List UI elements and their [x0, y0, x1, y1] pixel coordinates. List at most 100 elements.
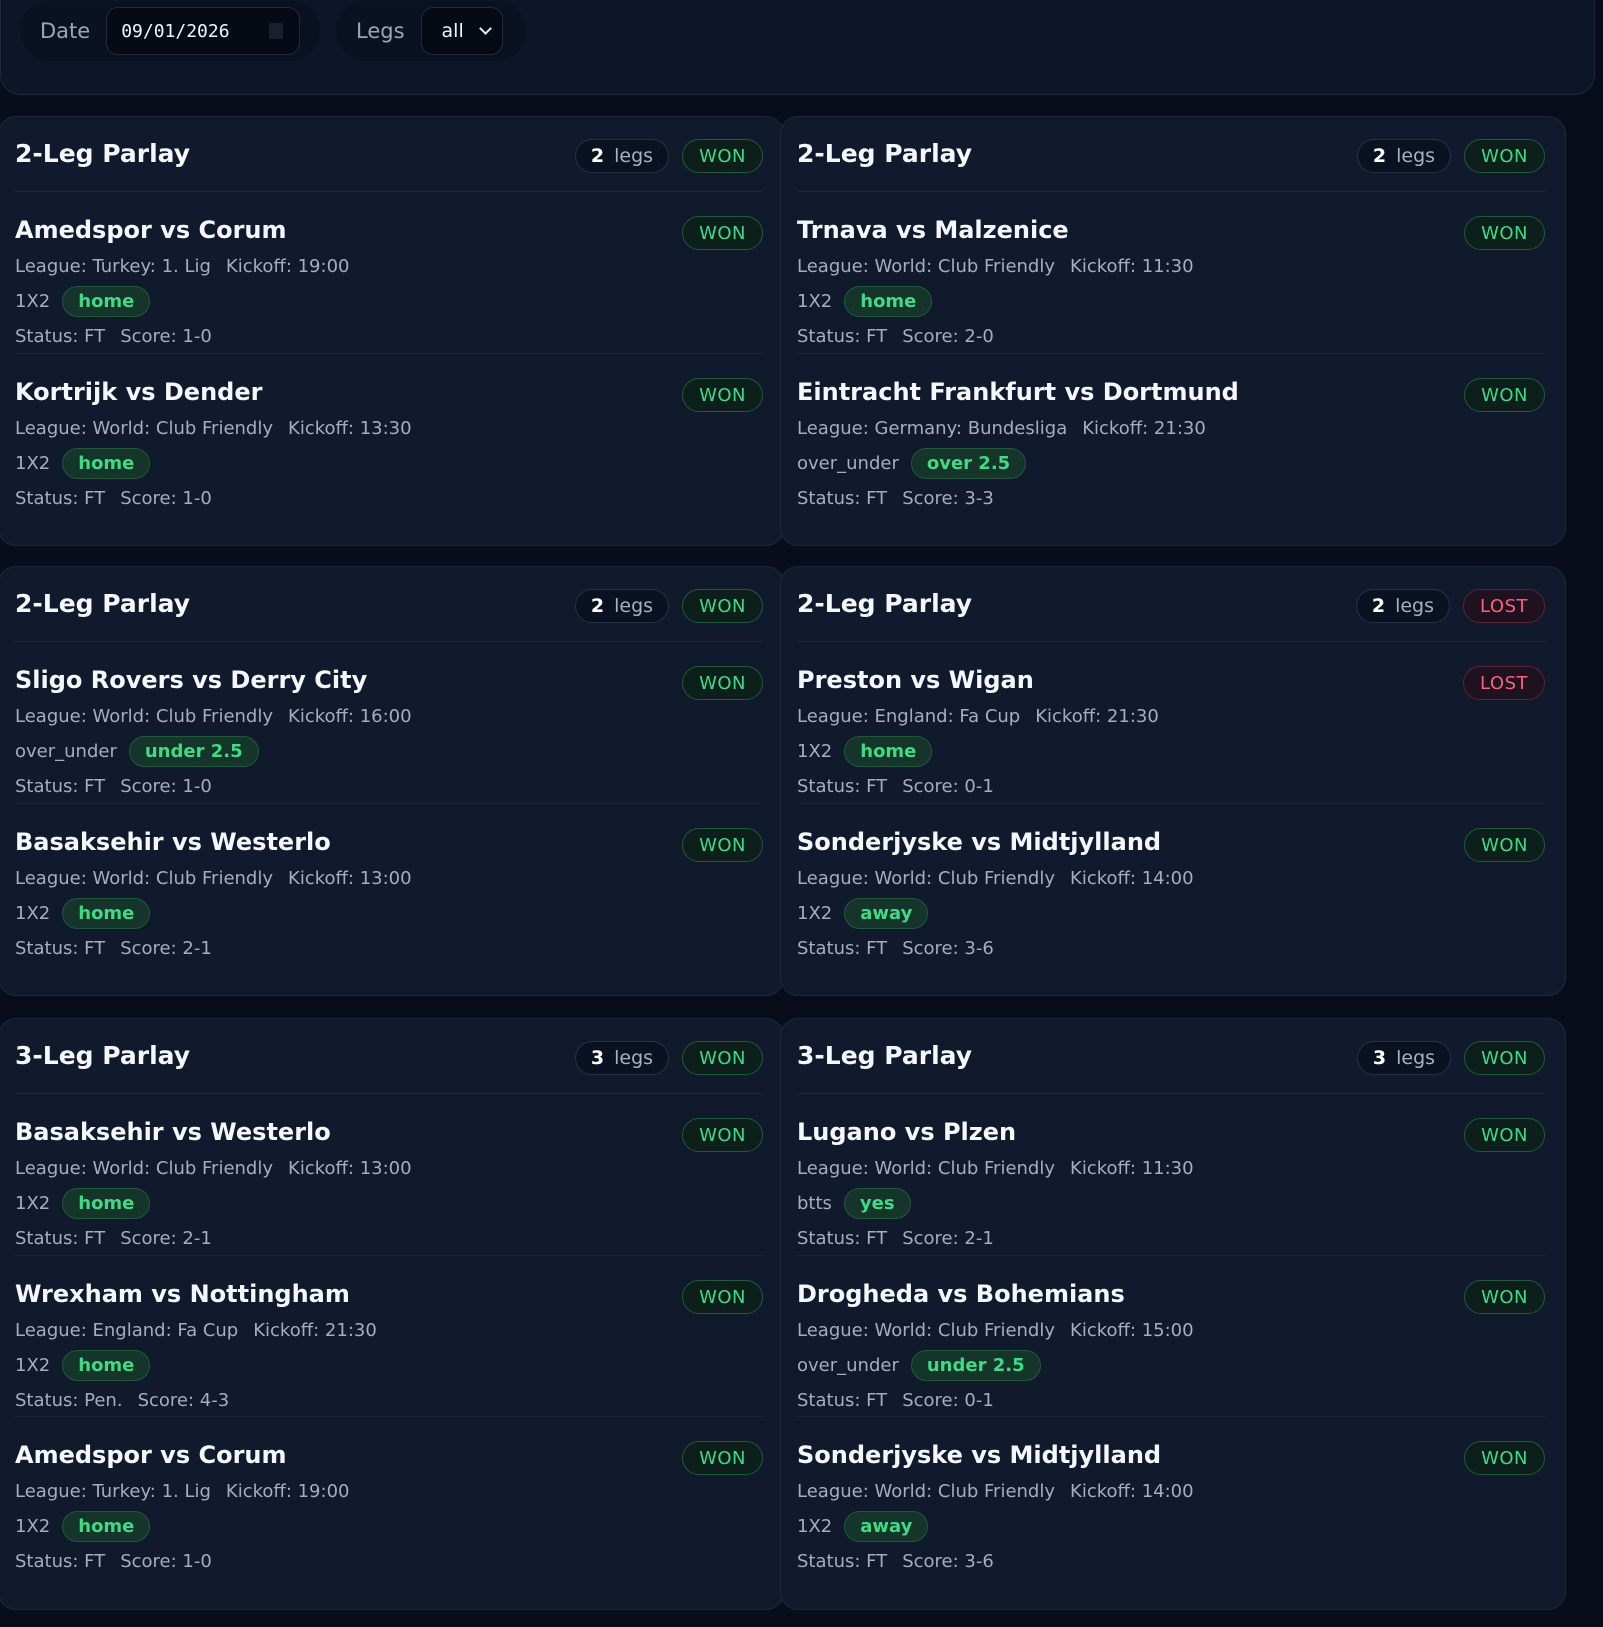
filter-bar: Date 09/01/2026 Legs all — [0, 0, 1595, 95]
result-row: Status: FT Score: 1-0 — [15, 1551, 212, 1572]
kickoff-text: Kickoff: 13:00 — [288, 868, 412, 889]
legs-label: Legs — [356, 19, 405, 43]
parlay-header: 2-Leg Parlay 2 legs WON — [797, 117, 1545, 192]
result-row: Status: FT Score: 2-1 — [15, 938, 212, 959]
result-row: Status: FT Score: 2-1 — [15, 1228, 212, 1249]
kickoff-text: Kickoff: 13:00 — [288, 1158, 412, 1179]
parlay-card: 3-Leg Parlay 3 legs WON Lugano vs Plzen … — [780, 1018, 1566, 1610]
match-meta: League: World: Club Friendly Kickoff: 13… — [15, 868, 412, 889]
pick-badge: home — [62, 1510, 151, 1542]
parlay-card: 2-Leg Parlay 2 legs WON Trnava vs Malzen… — [780, 116, 1566, 546]
match-title: Amedspor vs Corum — [15, 1441, 287, 1469]
parlay-card: 2-Leg Parlay 2 legs WON Sligo Rovers vs … — [0, 566, 784, 996]
match-status-text: Status: FT — [15, 1228, 106, 1249]
legs-count: 3 — [590, 1047, 605, 1069]
market-type: btts — [797, 1192, 832, 1214]
pick-badge: over 2.5 — [910, 447, 1027, 479]
match-status-text: Status: FT — [797, 938, 888, 959]
pick-badge: under 2.5 — [910, 1349, 1041, 1381]
market-row: 1X2 home — [15, 1186, 151, 1220]
date-filter: Date 09/01/2026 — [20, 1, 320, 61]
score-text: Score: 1-0 — [120, 1551, 212, 1572]
legs-count: 2 — [590, 145, 605, 167]
market-row: 1X2 home — [797, 284, 933, 318]
parlay-header: 2-Leg Parlay 2 legs WON — [15, 117, 763, 192]
legs-select[interactable]: all — [420, 7, 503, 55]
match-title: Basaksehir vs Westerlo — [15, 828, 331, 856]
match-meta: League: Turkey: 1. Lig Kickoff: 19:00 — [15, 1481, 349, 1502]
parlay-status-badge: WON — [682, 589, 763, 623]
score-text: Score: 0-1 — [902, 776, 994, 797]
market-type: 1X2 — [15, 902, 51, 924]
calendar-icon[interactable] — [269, 23, 283, 39]
legs-count: 3 — [1372, 1047, 1387, 1069]
parlay-header: 2-Leg Parlay 2 legs WON — [15, 567, 763, 642]
leg-status-badge: LOST — [1463, 666, 1545, 700]
score-text: Score: 1-0 — [120, 488, 212, 509]
result-row: Status: FT Score: 3-6 — [797, 1551, 994, 1572]
leg-row: Drogheda vs Bohemians WON League: World:… — [797, 1255, 1545, 1416]
kickoff-text: Kickoff: 19:00 — [225, 1481, 350, 1502]
league-text: League: World: Club Friendly — [15, 418, 274, 439]
market-type: 1X2 — [797, 902, 833, 924]
leg-status-badge: WON — [682, 1441, 763, 1475]
pick-badge: home — [844, 735, 933, 767]
market-row: 1X2 home — [15, 1348, 151, 1382]
legs-count-badge: 2 legs — [574, 139, 670, 173]
league-text: League: World: Club Friendly — [15, 706, 274, 727]
leg-status-badge: WON — [1464, 216, 1545, 250]
league-text: League: World: Club Friendly — [15, 868, 274, 889]
match-status-text: Status: FT — [15, 776, 106, 797]
market-type: 1X2 — [15, 452, 51, 474]
market-type: over_under — [797, 452, 899, 474]
leg-row: Sonderjyske vs Midtjylland WON League: W… — [797, 1416, 1545, 1577]
score-text: Score: 0-1 — [902, 1390, 994, 1411]
parlay-header-badges: 3 legs WON — [1356, 1041, 1545, 1075]
match-meta: League: Turkey: 1. Lig Kickoff: 19:00 — [15, 256, 349, 277]
league-text: League: Turkey: 1. Lig — [15, 1481, 211, 1502]
league-text: League: World: Club Friendly — [797, 256, 1056, 277]
result-row: Status: FT Score: 0-1 — [797, 776, 994, 797]
match-status-text: Status: FT — [15, 488, 106, 509]
date-value: 09/01/2026 — [121, 20, 230, 42]
date-input[interactable]: 09/01/2026 — [106, 7, 300, 55]
match-meta: League: World: Club Friendly Kickoff: 15… — [797, 1320, 1194, 1341]
leg-row: Wrexham vs Nottingham WON League: Englan… — [15, 1255, 763, 1416]
parlay-card: 3-Leg Parlay 3 legs WON Basaksehir vs We… — [0, 1018, 784, 1610]
league-text: League: World: Club Friendly — [15, 1158, 274, 1179]
score-text: Score: 3-3 — [902, 488, 994, 509]
match-title: Drogheda vs Bohemians — [797, 1280, 1125, 1308]
match-meta: League: Germany: Bundesliga Kickoff: 21:… — [797, 418, 1206, 439]
pick-badge: home — [62, 1349, 151, 1381]
parlay-status-badge: WON — [1464, 1041, 1545, 1075]
match-title: Trnava vs Malzenice — [797, 216, 1069, 244]
market-type: 1X2 — [797, 1515, 833, 1537]
leg-row: Basaksehir vs Westerlo WON League: World… — [15, 1094, 763, 1255]
league-text: League: World: Club Friendly — [797, 868, 1056, 889]
leg-row: Sligo Rovers vs Derry City WON League: W… — [15, 642, 763, 803]
pick-badge: home — [62, 447, 151, 479]
match-status-text: Status: FT — [797, 488, 888, 509]
parlay-title: 2-Leg Parlay — [797, 589, 973, 618]
pick-badge: home — [844, 285, 933, 317]
result-row: Status: FT Score: 2-0 — [797, 326, 994, 347]
score-text: Score: 2-0 — [902, 326, 994, 347]
leg-status-badge: WON — [1464, 1118, 1545, 1152]
match-status-text: Status: FT — [797, 1228, 888, 1249]
leg-status-badge: WON — [1464, 1441, 1545, 1475]
leg-status-badge: WON — [1464, 378, 1545, 412]
parlay-title: 2-Leg Parlay — [15, 139, 191, 168]
match-status-text: Status: Pen. — [15, 1390, 123, 1411]
legs-suffix: legs — [614, 595, 654, 617]
result-row: Status: FT Score: 0-1 — [797, 1390, 994, 1411]
match-meta: League: World: Club Friendly Kickoff: 14… — [797, 1481, 1194, 1502]
market-row: 1X2 home — [15, 896, 151, 930]
kickoff-text: Kickoff: 11:30 — [1070, 1158, 1194, 1179]
parlay-header-badges: 3 legs WON — [574, 1041, 763, 1075]
league-text: League: England: Fa Cup — [15, 1320, 239, 1341]
leg-status-badge: WON — [682, 1118, 763, 1152]
match-meta: League: World: Club Friendly Kickoff: 14… — [797, 868, 1194, 889]
parlay-header-badges: 2 legs WON — [574, 139, 763, 173]
market-type: 1X2 — [797, 290, 833, 312]
kickoff-text: Kickoff: 15:00 — [1070, 1320, 1194, 1341]
